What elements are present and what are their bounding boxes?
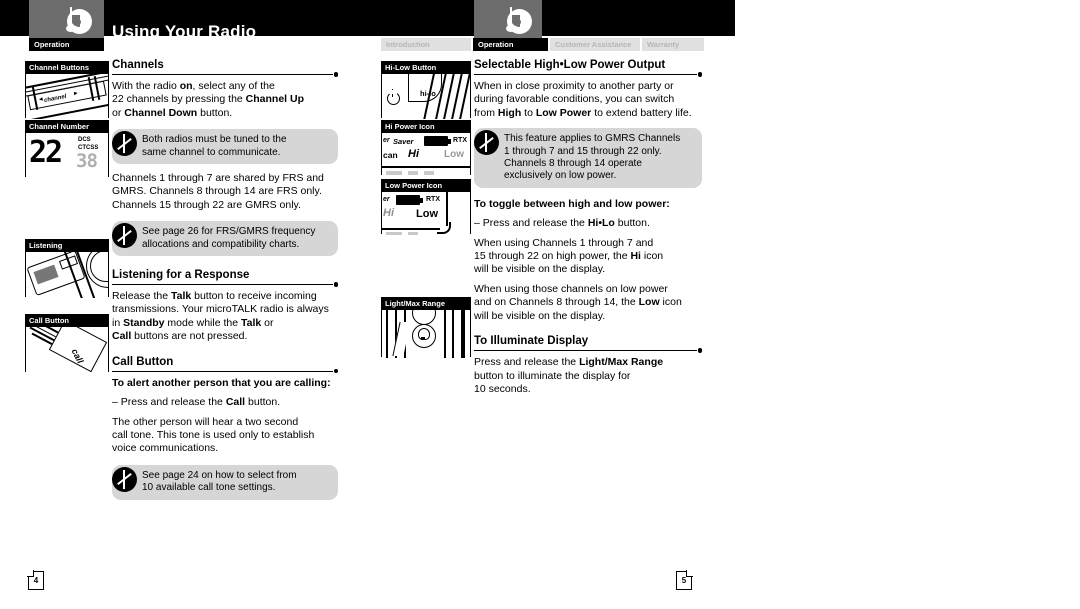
paragraph: The other person will hear a two second c… — [112, 415, 315, 455]
heading-rule — [474, 72, 702, 79]
paragraph: When in close proximity to another party… — [474, 80, 692, 119]
figure-caption: Listening — [26, 240, 108, 252]
figure-low-power-icon: Low Power Icon er RTX Hi Low — [381, 179, 471, 235]
figure-caption: Hi-Low Button — [382, 62, 470, 74]
figure-channel-buttons: Channel Buttons channel ◄ ► — [25, 61, 109, 119]
section-heading: Channels — [112, 59, 164, 71]
page-number-value: 4 — [33, 576, 39, 585]
page-title: Using Your Radio — [112, 22, 257, 41]
figure-caption: Hi Power Icon — [382, 121, 470, 133]
figure-listening: Listening — [25, 239, 109, 298]
paragraph: – Press and release the Call button. — [112, 396, 281, 409]
sub-code-value: 38 — [76, 150, 98, 172]
figure-caption: Channel Number — [26, 121, 108, 133]
callout-text: This feature applies to GMRS Channels 1 t… — [474, 128, 702, 188]
callout-note: This feature applies to GMRS Channels 1 t… — [474, 128, 702, 188]
section-illuminate-display: To Illuminate Display Press and release … — [474, 334, 702, 396]
rtx-label: RTX — [426, 196, 440, 203]
prefix-label: er — [383, 196, 390, 203]
paragraph: Press and release the Light/Max Range but… — [474, 356, 664, 395]
header-band-left — [0, 0, 735, 36]
section-channels: Channels With the radio on, select any o… — [112, 58, 338, 257]
section-heading: To toggle between high and low power: — [474, 197, 670, 210]
heading-rule — [112, 368, 338, 376]
figure-art-hi-low-button: hi-lo — [382, 74, 470, 119]
section-heading: Selectable High•Low Power Output — [474, 59, 666, 71]
tabstrip-left[interactable]: Operation — [29, 38, 104, 51]
callout-text: See page 24 on how to select from 10 avai… — [112, 464, 338, 500]
section-heading: Call Button — [112, 355, 174, 368]
figure-light-max-range: Light/Max Range — [381, 297, 471, 358]
figure-art-channel-buttons: channel ◄ ► — [26, 74, 108, 119]
section-toggle-power: To toggle between high and low power: – … — [474, 198, 702, 323]
section-selectable-power: Selectable High•Low Power Output When in… — [474, 58, 702, 188]
low-icon-label: Low — [416, 208, 438, 220]
section-call-button: Call Button To alert another person that… — [112, 355, 338, 500]
figure-hi-low-button: Hi-Low Button hi-lo — [381, 61, 471, 119]
paragraph: – Press and release the Hi•Lo button. — [474, 217, 650, 230]
figure-caption: Low Power Icon — [382, 180, 470, 192]
heading-rule — [112, 72, 338, 79]
figure-art-channel-number: 22 DCS CTCSS 38 — [26, 133, 108, 178]
callout-text: Both radios must be tuned to the same cha… — [112, 129, 338, 165]
tab-operation-left[interactable]: Operation — [29, 38, 104, 51]
figure-channel-number: Channel Number 22 DCS CTCSS 38 — [25, 120, 109, 178]
paragraph: Channels 1 through 7 are shared by FRS a… — [112, 172, 324, 211]
callout-note: See page 24 on how to select from 10 avai… — [112, 464, 338, 500]
cobra-logo-icon — [62, 7, 92, 37]
hi-icon-label: Hi — [383, 207, 394, 219]
left-arrow-icon: ◄ — [37, 96, 45, 104]
tab-introduction[interactable]: Introduction — [381, 38, 471, 51]
figure-art-hi-power: er Saver RTX can Hi Low — [382, 133, 470, 176]
figure-hi-power-icon: Hi Power Icon er Saver RTX can Hi Low — [381, 120, 471, 176]
callout-text: See page 26 for FRS/GMRS frequency alloca… — [112, 221, 338, 257]
tab-operation[interactable]: Operation — [473, 38, 548, 51]
figure-art-light-max-range — [382, 310, 470, 358]
paragraph: When using those channels on low power an… — [474, 282, 682, 322]
figure-call-button: Call Button call — [25, 314, 109, 373]
prefix-label: er — [383, 137, 390, 144]
page-number-left: 4 — [27, 570, 44, 590]
section-listening: Listening for a Response Release the Tal… — [112, 268, 338, 344]
figure-caption: Call Button — [26, 315, 108, 327]
figure-art-call-button: call — [26, 327, 108, 373]
tab-customer-assistance[interactable]: Customer Assistance — [550, 38, 640, 51]
saver-label: Saver — [393, 137, 414, 146]
callout-note: See page 26 for FRS/GMRS frequency alloca… — [112, 221, 338, 257]
page-number-right: 5 — [676, 570, 693, 590]
hi-icon-label: Hi — [408, 148, 419, 160]
right-arrow-icon: ► — [72, 90, 80, 98]
paragraph: Release the Talk button to receive incom… — [112, 290, 329, 343]
low-icon-label: Low — [444, 149, 464, 160]
cobra-logo-icon-right — [502, 7, 532, 37]
figure-art-listening — [26, 252, 108, 298]
paragraph: With the radio on, select any of the 22 c… — [112, 80, 305, 119]
figure-caption: Light/Max Range — [382, 298, 470, 310]
rtx-label: RTX — [453, 137, 467, 144]
callout-note: Both radios must be tuned to the same cha… — [112, 129, 338, 165]
dcs-label: DCS — [78, 137, 91, 143]
figure-caption: Channel Buttons — [26, 62, 108, 74]
left-text-column: Channels With the radio on, select any o… — [112, 58, 338, 500]
heading-rule — [474, 348, 702, 355]
tabstrip-right[interactable]: Introduction Operation Customer Assistan… — [381, 38, 704, 51]
hi-lo-label: hi-lo — [420, 89, 436, 98]
paragraph: When using Channels 1 through 7 and 15 th… — [474, 236, 664, 276]
section-heading: To Illuminate Display — [474, 335, 589, 348]
right-text-column: Selectable High•Low Power Output When in… — [474, 58, 702, 396]
figure-art-low-power: er RTX Hi Low — [382, 192, 470, 235]
subheading: To alert another person that you are cal… — [112, 376, 331, 389]
channel-number-value: 22 — [29, 135, 63, 170]
heading-rule — [112, 282, 338, 289]
section-heading: Listening for a Response — [112, 269, 250, 282]
scan-label: can — [383, 150, 398, 160]
tab-warranty[interactable]: Warranty — [642, 38, 704, 51]
note-icon — [112, 466, 137, 492]
